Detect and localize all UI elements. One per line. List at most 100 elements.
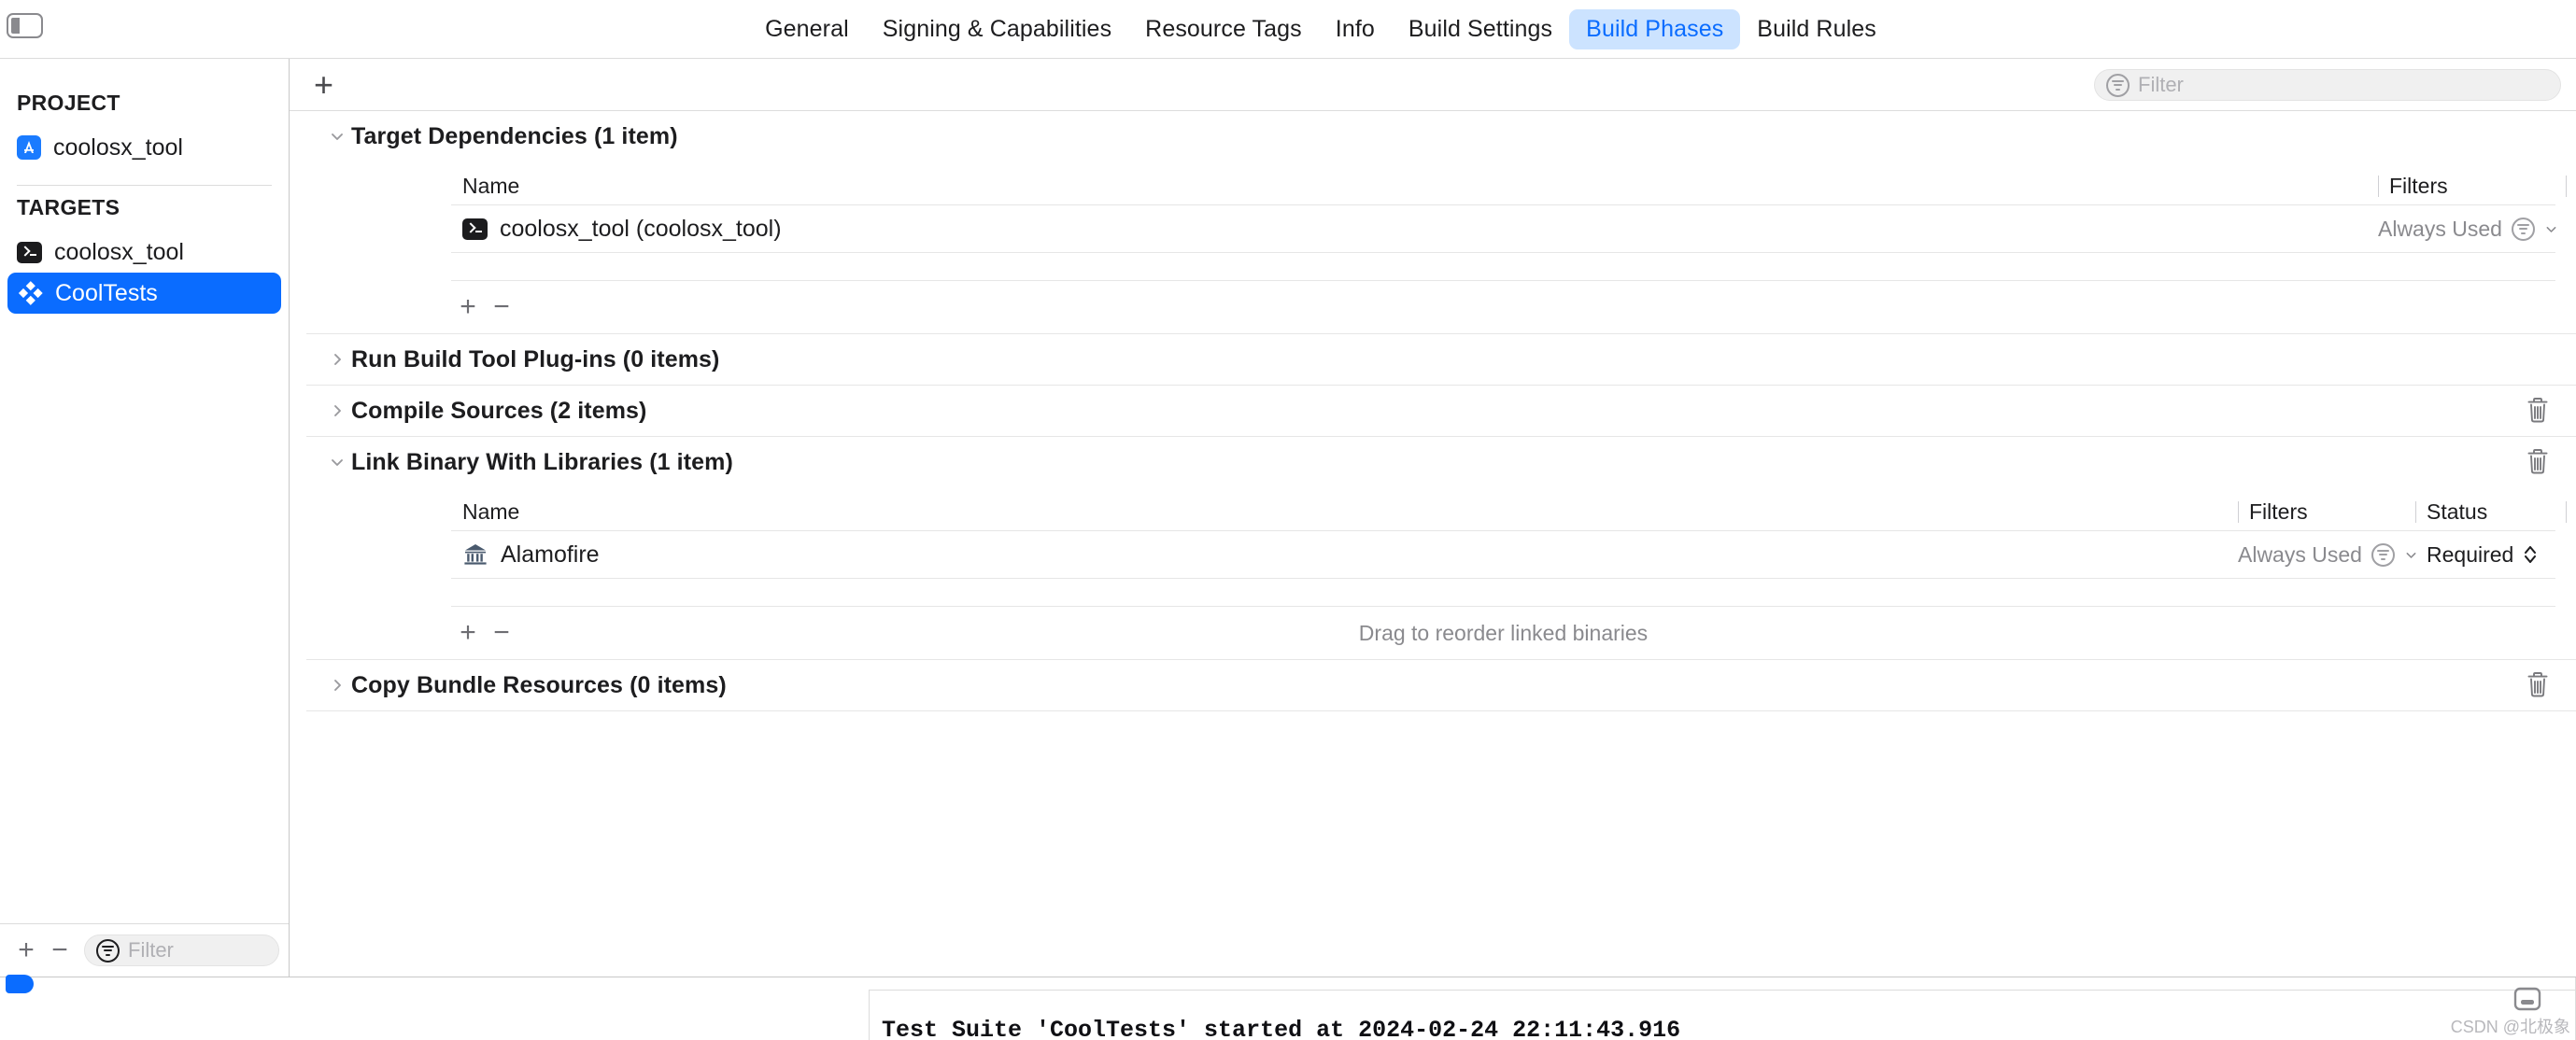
filter-icon[interactable]	[2511, 217, 2535, 241]
add-item-button[interactable]: +	[451, 616, 485, 650]
row-filters-label: Always Used	[2238, 541, 2362, 567]
trash-icon[interactable]	[2524, 447, 2552, 477]
build-phases-filter-input[interactable]: Filter	[2094, 69, 2561, 101]
tab-resource-tags[interactable]: Resource Tags	[1128, 9, 1319, 49]
trash-icon[interactable]	[2524, 670, 2552, 700]
editor-body: PROJECT coolosx_tool TARGETS coolosx_too…	[0, 59, 2576, 977]
table-header: Name Filters	[451, 162, 2567, 204]
table-row[interactable]: Alamofire Always Used Required	[451, 530, 2555, 579]
tab-info[interactable]: Info	[1319, 9, 1392, 49]
sidebar-footer: + − Filter	[0, 923, 289, 977]
column-header-status[interactable]: Status	[2415, 499, 2567, 525]
row-name-cell: coolosx_tool (coolosx_tool)	[451, 216, 782, 243]
chevron-down-icon[interactable]	[323, 454, 351, 471]
build-phase-body: Name Filters Status Alamofire Always Used Req…	[306, 487, 2576, 659]
phase-footer: + −	[451, 281, 2555, 333]
console-panel-icon[interactable]	[2511, 985, 2544, 1013]
trash-icon[interactable]	[2524, 396, 2552, 426]
column-header-name[interactable]: Name	[451, 174, 2378, 199]
filter-icon[interactable]	[2371, 542, 2395, 567]
sidebar-item-label: CoolTests	[55, 279, 158, 306]
sidebar-item-coolosx-tool[interactable]: coolosx_tool	[7, 127, 281, 168]
xcode-project-editor-window: General Signing & Capabilities Resource Ta…	[0, 0, 2576, 1040]
console-output: Test Suite 'CoolTests' started at 2024-0…	[0, 975, 2576, 1040]
sidebar-target-items: coolosx_tool CoolTests	[0, 232, 289, 314]
build-phase-header[interactable]: Run Build Tool Plug-ins (0 items)	[306, 334, 2576, 385]
build-phase-list: Target Dependencies (1 item) Name Filters c…	[290, 111, 2576, 977]
watermark: CSDN @北极象	[2450, 1018, 2570, 1036]
row-name-cell: Alamofire	[451, 541, 600, 569]
tab-build-settings[interactable]: Build Settings	[1392, 9, 1569, 49]
chevron-right-icon[interactable]	[323, 351, 351, 368]
tab-signing-capabilities[interactable]: Signing & Capabilities	[866, 9, 1128, 49]
library-icon	[462, 541, 488, 568]
debug-console-area: Test Suite 'CoolTests' started at 2024-0…	[0, 975, 2576, 1040]
sidebar-item-label: coolosx_tool	[54, 238, 184, 265]
filter-icon	[96, 938, 120, 963]
sidebar-item-label: coolosx_tool	[53, 134, 183, 161]
status-stepper[interactable]	[2523, 542, 2538, 567]
table-header: Name Filters Status	[451, 487, 2567, 530]
sidebar-item-cooltests[interactable]: CoolTests	[7, 273, 281, 314]
chevron-down-icon[interactable]	[323, 128, 351, 145]
console-log-line: Test Suite 'CoolTests' started at 2024-0…	[882, 1017, 1681, 1040]
chevron-right-icon[interactable]	[323, 677, 351, 694]
table-row[interactable]: coolosx_tool (coolosx_tool) Always Used	[451, 204, 2558, 253]
terminal-icon	[462, 218, 488, 240]
phase-footer: + − Drag to reorder linked binaries	[451, 607, 2555, 659]
tab-general[interactable]: General	[748, 9, 866, 49]
build-phase-title: Compile Sources (2 items)	[351, 397, 647, 424]
row-status-cell[interactable]: Required	[2415, 542, 2555, 568]
build-phases-pane: + Filter Target Dependencies (1 item) Nam…	[290, 59, 2576, 977]
reorder-hint: Drag to reorder linked binaries	[1358, 620, 1649, 645]
row-status-label: Required	[2427, 541, 2514, 567]
column-header-filters[interactable]: Filters	[2238, 499, 2415, 525]
build-phase-title: Target Dependencies (1 item)	[351, 122, 678, 149]
build-phase-header[interactable]: Link Binary With Libraries (1 item)	[306, 437, 2576, 487]
sidebar-filter-input[interactable]: Filter	[84, 935, 279, 966]
filter-icon	[2106, 73, 2130, 97]
remove-item-button[interactable]: −	[485, 290, 518, 324]
row-filters-label: Always Used	[2378, 216, 2502, 241]
build-phase-title: Copy Bundle Resources (0 items)	[351, 671, 727, 698]
row-filters-cell[interactable]: Always Used	[2238, 541, 2416, 568]
add-target-button[interactable]: +	[9, 934, 43, 967]
row-name-label: coolosx_tool (coolosx_tool)	[500, 215, 782, 242]
sidebar-filter-placeholder: Filter	[128, 938, 174, 962]
add-item-button[interactable]: +	[451, 290, 485, 324]
sidebar-group-project: PROJECT	[17, 91, 120, 115]
column-header-filters[interactable]: Filters	[2378, 174, 2567, 199]
remove-item-button[interactable]: −	[485, 616, 518, 650]
editor-tabs: General Signing & Capabilities Resource Ta…	[683, 8, 1893, 49]
sidebar-group-targets: TARGETS	[17, 195, 120, 219]
chevron-down-icon[interactable]	[2544, 217, 2558, 242]
table-empty-strip	[451, 579, 2555, 607]
console-gutter	[0, 975, 870, 1040]
build-phase-header[interactable]: Compile Sources (2 items)	[306, 386, 2576, 436]
sidebar-toggle-icon[interactable]	[7, 13, 43, 38]
sidebar-project-items: coolosx_tool	[0, 127, 289, 168]
sidebar-list: PROJECT coolosx_tool TARGETS coolosx_too…	[0, 59, 289, 923]
sidebar-item-coolosx-tool[interactable]: coolosx_tool	[7, 232, 281, 273]
breakpoint-indicator	[6, 975, 34, 993]
build-phase-section: Copy Bundle Resources (0 items)	[306, 660, 2576, 711]
build-phase-section: Run Build Tool Plug-ins (0 items)	[306, 334, 2576, 386]
row-filters-cell[interactable]: Always Used	[2378, 216, 2558, 242]
tab-build-rules[interactable]: Build Rules	[1740, 9, 1893, 49]
project-targets-sidebar: PROJECT coolosx_tool TARGETS coolosx_too…	[0, 59, 290, 977]
appstore-icon	[17, 135, 41, 160]
build-phase-header[interactable]: Target Dependencies (1 item)	[306, 111, 2576, 162]
chevron-right-icon[interactable]	[323, 402, 351, 419]
build-phase-section: Target Dependencies (1 item) Name Filters c…	[306, 111, 2576, 334]
remove-target-button[interactable]: −	[43, 934, 77, 967]
tab-build-phases[interactable]: Build Phases	[1569, 8, 1741, 49]
build-phases-toolbar: + Filter	[290, 59, 2576, 111]
build-phase-section: Compile Sources (2 items)	[306, 386, 2576, 437]
build-phase-header[interactable]: Copy Bundle Resources (0 items)	[306, 660, 2576, 710]
add-build-phase-button[interactable]: +	[306, 67, 341, 102]
editor-tab-bar: General Signing & Capabilities Resource Ta…	[0, 0, 2576, 59]
column-header-name[interactable]: Name	[451, 499, 2238, 525]
build-phase-body: Name Filters coolosx_tool (coolosx_tool) Al…	[306, 162, 2576, 333]
test-bundle-icon	[17, 280, 43, 306]
row-name-label: Alamofire	[501, 541, 600, 568]
